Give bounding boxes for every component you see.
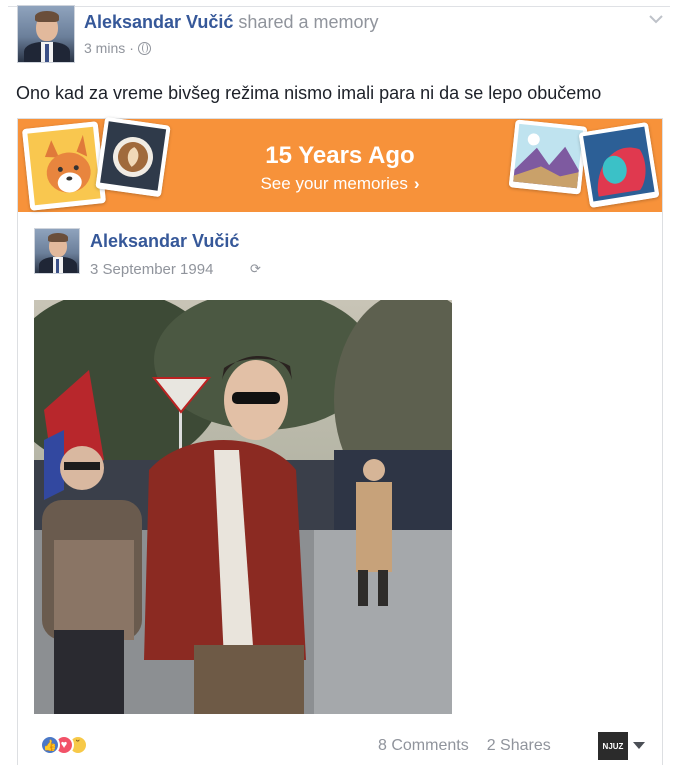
chevron-right-icon: › bbox=[413, 174, 420, 193]
comments-count[interactable]: 8 Comments bbox=[378, 737, 469, 754]
author-avatar[interactable] bbox=[17, 5, 75, 63]
post-meta: 3 mins · bbox=[84, 40, 151, 56]
memory-banner[interactable]: 15 Years Ago See your memories › bbox=[18, 116, 662, 212]
memory-card: 15 Years Ago See your memories › Aleksan… bbox=[17, 116, 663, 765]
memory-photo[interactable] bbox=[34, 300, 452, 714]
original-author-name[interactable]: Aleksandar Vučić bbox=[90, 231, 239, 252]
post-stats: 8 Comments 2 Shares bbox=[378, 737, 551, 755]
post-status-text: Ono kad za vreme bivšeg režima nismo ima… bbox=[16, 83, 602, 103]
shared-memory-post: Aleksandar Vučić shared a memory 3 mins … bbox=[0, 0, 680, 765]
reaction-summary[interactable]: 👍 ♥ ˘ bbox=[40, 735, 88, 755]
share-as-avatar[interactable]: NJUZ bbox=[598, 732, 628, 760]
globe-icon[interactable] bbox=[137, 41, 151, 55]
post-action: shared a memory bbox=[238, 12, 379, 32]
face-illustration bbox=[578, 121, 660, 209]
original-post-date[interactable]: 3 September 1994 bbox=[90, 261, 213, 278]
caret-down-icon[interactable] bbox=[633, 742, 645, 749]
shares-count[interactable]: 2 Shares bbox=[487, 737, 551, 754]
divider bbox=[8, 6, 670, 7]
chevron-down-icon[interactable] bbox=[648, 12, 664, 24]
author-name[interactable]: Aleksandar Vučić bbox=[84, 12, 233, 32]
original-author-avatar[interactable] bbox=[34, 228, 80, 274]
post-header: Aleksandar Vučić shared a memory bbox=[84, 12, 378, 33]
post-time[interactable]: 3 mins bbox=[84, 40, 125, 56]
like-reaction-icon: 👍 bbox=[40, 735, 60, 755]
mountain-illustration bbox=[508, 119, 588, 195]
privacy-icon[interactable]: ⟳ bbox=[250, 261, 261, 277]
post-footer: 👍 ♥ ˘ 8 Comments 2 Shares NJUZ bbox=[0, 715, 680, 765]
